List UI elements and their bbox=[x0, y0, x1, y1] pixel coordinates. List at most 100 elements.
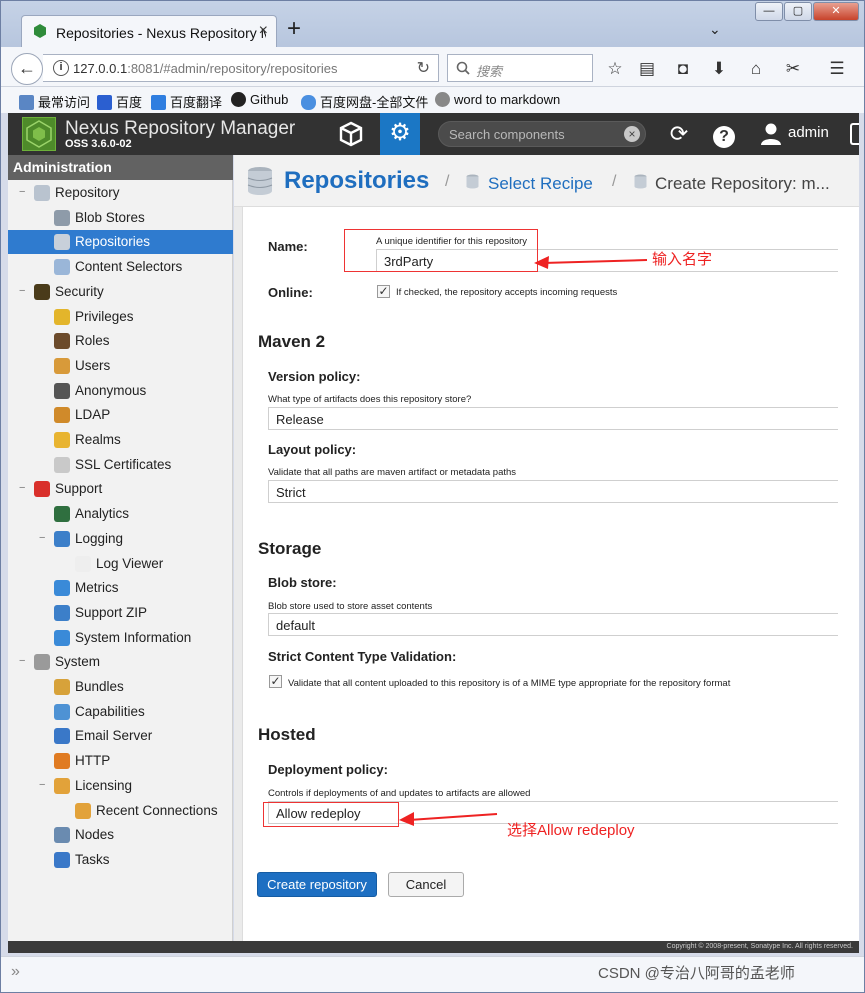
blob-store-label: Blob store: bbox=[268, 575, 337, 590]
tree-collapse-icon[interactable]: − bbox=[19, 482, 25, 494]
sidebar-item-ssl-certificates[interactable]: SSL Certificates bbox=[8, 453, 233, 477]
browse-cube-icon[interactable] bbox=[334, 119, 368, 149]
shield-icon bbox=[54, 432, 70, 448]
create-repository-button[interactable]: Create repository bbox=[257, 872, 377, 897]
sidebar-item-repositories[interactable]: Repositories bbox=[8, 230, 233, 255]
sidebar-item-repository[interactable]: − Repository bbox=[8, 181, 233, 205]
bookmark-baidu-translate[interactable]: 百度翻译 bbox=[151, 92, 222, 111]
bookmark-word-to-markdown[interactable]: word to markdown bbox=[435, 92, 560, 107]
refresh-icon[interactable]: ⟳ bbox=[664, 119, 694, 149]
sidebar-item-recent-connections[interactable]: Recent Connections bbox=[8, 799, 233, 823]
tree-collapse-icon[interactable]: − bbox=[19, 186, 25, 198]
watermark: CSDN @专治八阿哥的孟老师 bbox=[598, 965, 795, 982]
tree-collapse-icon[interactable]: − bbox=[39, 532, 45, 544]
sidebar-item-anonymous[interactable]: Anonymous bbox=[8, 379, 233, 403]
sidebar-item-system[interactable]: − System bbox=[8, 650, 233, 674]
tab-list-chevron-icon[interactable]: ⌄ bbox=[709, 21, 721, 38]
cancel-button[interactable]: Cancel bbox=[388, 872, 464, 897]
sidebar-item-metrics[interactable]: Metrics bbox=[8, 576, 233, 600]
sidebar-item-bundles[interactable]: Bundles bbox=[8, 675, 233, 699]
bookmark-baidu-pan[interactable]: 百度网盘-全部文件 bbox=[301, 92, 428, 111]
online-checkbox[interactable]: ✓ bbox=[377, 285, 390, 298]
sidebar-item-label: Roles bbox=[75, 333, 110, 349]
nexus-logo-icon bbox=[22, 117, 56, 151]
sidebar-item-content-selectors[interactable]: Content Selectors bbox=[8, 255, 233, 279]
app-title: Nexus Repository Manager bbox=[65, 118, 296, 139]
bookmark-most-visited[interactable]: 最常访问 bbox=[19, 92, 90, 111]
close-window-button[interactable]: ✕ bbox=[813, 2, 859, 21]
sidebar-item-system-information[interactable]: System Information bbox=[8, 626, 233, 650]
sidebar-item-analytics[interactable]: Analytics bbox=[8, 502, 233, 526]
layout-policy-label: Layout policy: bbox=[268, 442, 357, 457]
version-policy-select[interactable]: Release bbox=[268, 407, 838, 430]
strict-validation-checkbox[interactable]: ✓ bbox=[269, 675, 282, 688]
sidebar-item-logging[interactable]: − Logging bbox=[8, 527, 233, 551]
sidebar-item-support[interactable]: − Support bbox=[8, 477, 233, 501]
browser-search-input[interactable]: 搜索 bbox=[447, 54, 593, 82]
tab-title: Repositories - Nexus Repository M bbox=[56, 25, 266, 41]
globe-icon bbox=[54, 629, 70, 646]
sidebar-item-label: Email Server bbox=[75, 728, 153, 744]
minimize-button[interactable]: — bbox=[755, 2, 783, 21]
sidebar-item-blob-stores[interactable]: Blob Stores bbox=[8, 206, 233, 230]
sidebar-item-licensing[interactable]: − Licensing bbox=[8, 774, 233, 798]
bookmark-github[interactable]: Github bbox=[231, 92, 288, 107]
app-version: OSS 3.6.0-02 bbox=[65, 138, 132, 150]
recent-connections-icon bbox=[75, 802, 91, 819]
menu-icon[interactable]: ☰ bbox=[826, 59, 848, 79]
address-bar[interactable]: i 127.0.0.1:8081/#admin/repository/repos… bbox=[43, 54, 439, 82]
user-name[interactable]: admin bbox=[788, 124, 829, 141]
bookmark-baidu[interactable]: 百度 bbox=[97, 92, 142, 111]
bookmark-label: 最常访问 bbox=[38, 95, 91, 110]
sidebar-item-http[interactable]: HTTP bbox=[8, 749, 233, 773]
lifebuoy-icon bbox=[34, 481, 50, 498]
tree-collapse-icon[interactable]: − bbox=[39, 779, 45, 791]
bookmark-star-icon[interactable]: ☆ bbox=[604, 59, 626, 79]
blob-store-select[interactable]: default bbox=[268, 613, 838, 636]
help-icon[interactable]: ? bbox=[709, 119, 739, 149]
user-icon[interactable] bbox=[756, 119, 786, 149]
deployment-policy-help: Controls if deployments of and updates t… bbox=[268, 788, 531, 799]
layout-policy-select[interactable]: Strict bbox=[268, 480, 838, 503]
sidebar-item-nodes[interactable]: Nodes bbox=[8, 823, 233, 847]
sidebar-item-capabilities[interactable]: Capabilities bbox=[8, 700, 233, 724]
reload-icon[interactable]: ↻ bbox=[417, 58, 430, 78]
sidebar-item-security[interactable]: − Security bbox=[8, 280, 233, 304]
sidebar-item-tasks[interactable]: Tasks bbox=[8, 848, 233, 872]
sidebar-item-label: Metrics bbox=[75, 580, 119, 596]
database-icon bbox=[466, 174, 479, 189]
home-icon[interactable]: ⌂ bbox=[745, 59, 767, 79]
sidebar-item-label: Anonymous bbox=[75, 382, 147, 398]
download-icon[interactable]: ⬇ bbox=[708, 59, 730, 79]
sidebar-item-log-viewer[interactable]: Log Viewer bbox=[8, 552, 233, 576]
pocket-icon[interactable]: ◘ bbox=[672, 59, 694, 79]
sidebar-toggle-icon[interactable]: » bbox=[11, 963, 20, 981]
tree-collapse-icon[interactable]: − bbox=[19, 655, 25, 667]
new-tab-icon[interactable]: + bbox=[287, 17, 301, 41]
sidebar-item-label: Recent Connections bbox=[96, 802, 218, 818]
database-icon bbox=[247, 167, 273, 195]
sidebar-item-users[interactable]: Users bbox=[8, 354, 233, 378]
eye-icon bbox=[34, 283, 50, 300]
sign-out-icon[interactable] bbox=[850, 123, 859, 145]
reading-list-icon[interactable]: ▤ bbox=[636, 59, 658, 79]
maximize-button[interactable]: ▢ bbox=[784, 2, 812, 21]
back-arrow-icon[interactable]: ← bbox=[11, 53, 43, 85]
page-title[interactable]: Repositories bbox=[284, 167, 429, 195]
info-icon[interactable]: i bbox=[53, 60, 69, 76]
sidebar-item-roles[interactable]: Roles bbox=[8, 329, 233, 353]
bookmarks-toolbar: 最常访问 百度 百度翻译 Github 百度网盘-全部文件 word to ma… bbox=[1, 87, 864, 113]
tab-close-icon[interactable]: × bbox=[259, 22, 268, 40]
tree-collapse-icon[interactable]: − bbox=[19, 285, 25, 297]
sidebar-item-ldap[interactable]: LDAP bbox=[8, 403, 233, 427]
administration-gear-icon[interactable]: ⚙ bbox=[380, 113, 420, 155]
breadcrumb-select-recipe[interactable]: Select Recipe bbox=[488, 174, 593, 194]
clear-search-icon[interactable]: × bbox=[624, 126, 640, 142]
sidebar-item-realms[interactable]: Realms bbox=[8, 428, 233, 452]
browser-tab[interactable]: Repositories - Nexus Repository M × bbox=[21, 15, 277, 47]
sidebar-item-email-server[interactable]: Email Server bbox=[8, 724, 233, 748]
sidebar-item-support-zip[interactable]: Support ZIP bbox=[8, 601, 233, 625]
screenshot-icon[interactable]: ✂ bbox=[782, 59, 804, 79]
sidebar-item-privileges[interactable]: Privileges bbox=[8, 305, 233, 329]
search-components-input[interactable]: Search components × bbox=[438, 121, 646, 147]
